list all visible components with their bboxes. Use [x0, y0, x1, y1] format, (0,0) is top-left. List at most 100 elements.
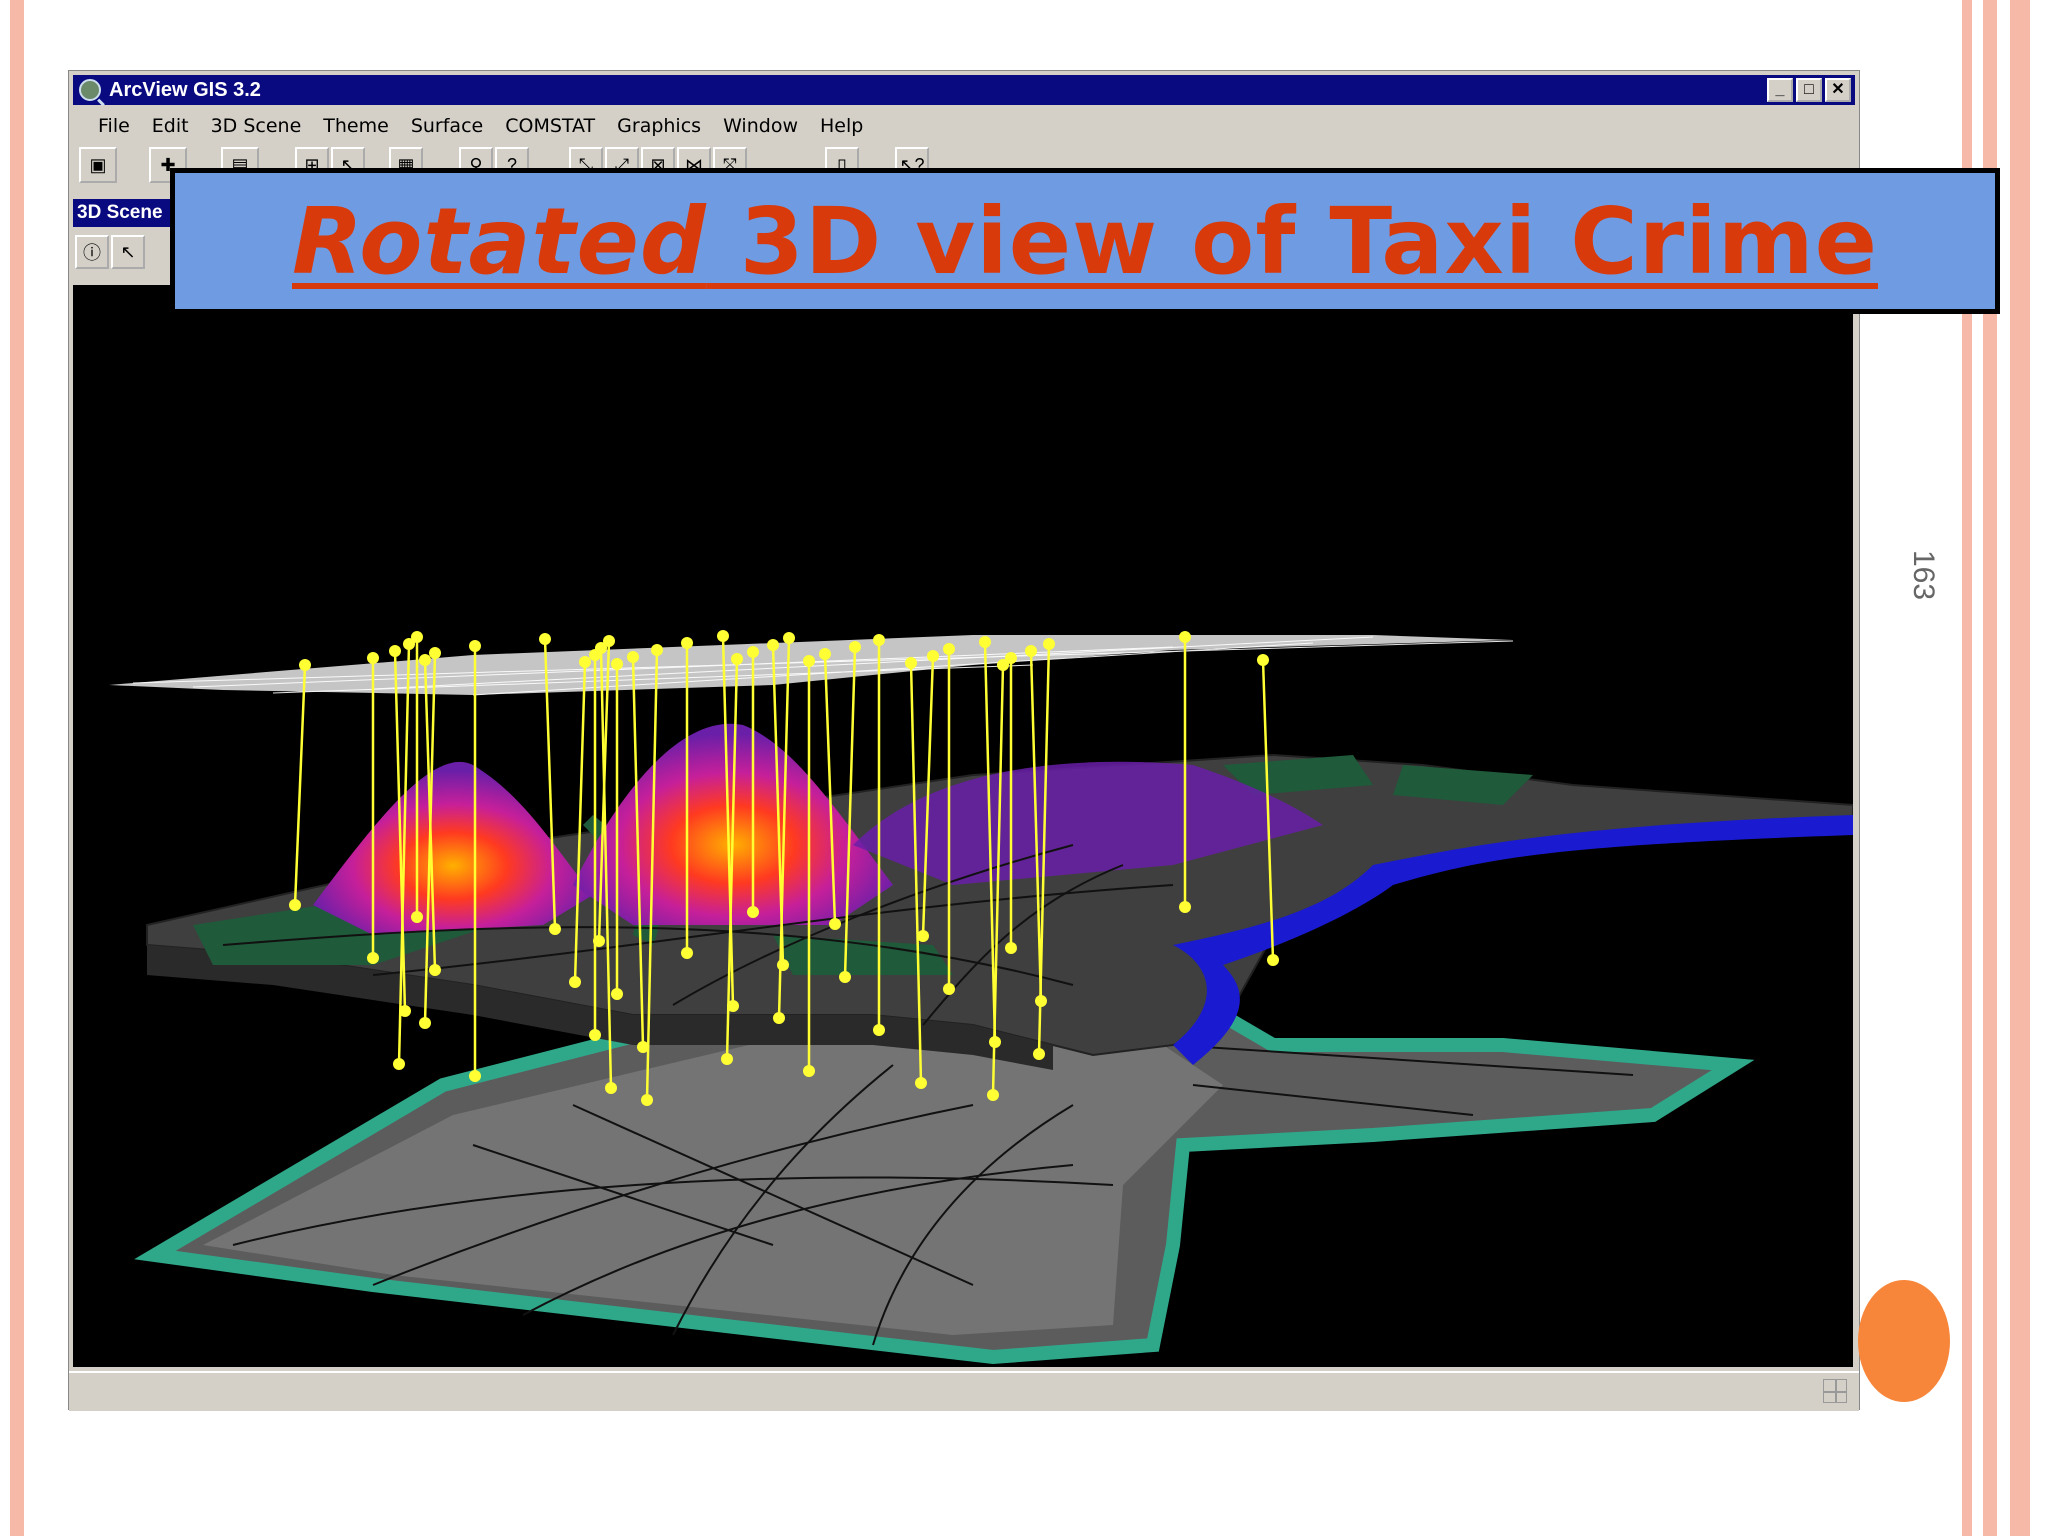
menu-comstat[interactable]: COMSTAT: [494, 115, 606, 137]
crime-point-top: [469, 640, 481, 652]
crime-point-bottom: [917, 930, 929, 942]
crime-point-top: [849, 641, 861, 653]
menu-theme[interactable]: Theme: [312, 115, 400, 137]
crime-point-top: [579, 656, 591, 668]
crime-point-bottom: [839, 971, 851, 983]
save-icon[interactable]: ▣: [79, 147, 117, 183]
crime-point-top: [783, 632, 795, 644]
resize-grip-icon[interactable]: [1823, 1379, 1847, 1403]
crime-point-bottom: [987, 1089, 999, 1101]
page-number: 163: [1907, 549, 1940, 601]
crime-point-top: [299, 659, 311, 671]
crime-point-top: [611, 658, 623, 670]
crime-drop-line: [293, 664, 307, 906]
crime-point-top: [1005, 652, 1017, 664]
menu-window[interactable]: Window: [712, 115, 809, 137]
crime-point-top: [819, 648, 831, 660]
menu-file[interactable]: File: [87, 115, 141, 137]
arcview-globe-icon: [79, 79, 101, 101]
crime-point-bottom: [589, 1029, 601, 1041]
menu-graphics[interactable]: Graphics: [606, 115, 712, 137]
minimize-button[interactable]: _: [1767, 78, 1793, 102]
crime-point-top: [1025, 645, 1037, 657]
crime-point-bottom: [605, 1082, 617, 1094]
crime-point-bottom: [393, 1058, 405, 1070]
crime-point-bottom: [943, 983, 955, 995]
crime-point-top: [627, 651, 639, 663]
crime-point-top: [979, 636, 991, 648]
menu-surface[interactable]: Surface: [400, 115, 494, 137]
crime-point-top: [717, 630, 729, 642]
crime-point-top: [767, 639, 779, 651]
crime-point-bottom: [367, 952, 379, 964]
crime-point-top: [873, 634, 885, 646]
menu-3d-scene[interactable]: 3D Scene: [200, 115, 313, 137]
crime-point-bottom: [411, 911, 423, 923]
crime-point-bottom: [399, 1005, 411, 1017]
crime-point-bottom: [429, 964, 441, 976]
3d-scene-graphic: [109, 630, 1853, 1365]
crime-point-bottom: [829, 918, 841, 930]
crime-point-top: [1043, 638, 1055, 650]
crime-point-top: [1179, 631, 1191, 643]
crime-point-bottom: [1035, 995, 1047, 1007]
crime-point-top: [731, 653, 743, 665]
window-title: ArcView GIS 3.2: [109, 78, 261, 101]
crime-point-bottom: [611, 988, 623, 1000]
slide-title-emphasis: Rotated: [292, 187, 707, 295]
crime-point-top: [943, 643, 955, 655]
crime-point-bottom: [773, 1012, 785, 1024]
3d-scene-view[interactable]: [73, 285, 1853, 1367]
menu-help[interactable]: Help: [809, 115, 874, 137]
crime-point-bottom: [989, 1036, 1001, 1048]
slide-border-right-outer: [2010, 0, 2030, 1536]
window-titlebar[interactable]: ArcView GIS 3.2 _ □ ✕: [73, 75, 1855, 105]
crime-point-bottom: [1033, 1048, 1045, 1060]
crime-point-top: [927, 650, 939, 662]
menu-bar: File Edit 3D Scene Theme Surface COMSTAT…: [87, 111, 874, 141]
crime-point-bottom: [915, 1077, 927, 1089]
crime-point-bottom: [593, 935, 605, 947]
crime-point-bottom: [727, 1000, 739, 1012]
crime-point-top: [1257, 654, 1269, 666]
slide-title-rest: 3D view of Taxi Crime: [706, 187, 1878, 295]
scene-subwindow-title[interactable]: 3D Scene: [73, 199, 183, 227]
crime-point-bottom: [549, 923, 561, 935]
crime-point-bottom: [569, 976, 581, 988]
crime-point-top: [539, 633, 551, 645]
crime-point-top: [419, 654, 431, 666]
info-icon[interactable]: ⓘ: [75, 235, 109, 269]
crime-point-bottom: [641, 1094, 653, 1106]
crime-point-top: [429, 647, 441, 659]
crime-point-top: [603, 635, 615, 647]
close-button[interactable]: ✕: [1825, 78, 1851, 102]
scene-tools: ⓘ ↖: [75, 235, 145, 269]
slide-title: Rotated 3D view of Taxi Crime: [292, 188, 1878, 295]
crime-point-bottom: [469, 1070, 481, 1082]
crime-point-bottom: [1005, 942, 1017, 954]
crime-point-bottom: [289, 899, 301, 911]
crime-point-bottom: [1179, 901, 1191, 913]
maximize-button[interactable]: □: [1796, 78, 1822, 102]
menu-edit[interactable]: Edit: [141, 115, 200, 137]
crime-point-bottom: [873, 1024, 885, 1036]
crime-point-top: [905, 657, 917, 669]
crime-point-bottom: [1267, 954, 1279, 966]
decorative-orange-circle: [1858, 1280, 1950, 1402]
crime-point-bottom: [777, 959, 789, 971]
crime-point-bottom: [747, 906, 759, 918]
status-bar: [69, 1371, 1859, 1411]
crime-point-top: [651, 644, 663, 656]
crime-point-top: [747, 646, 759, 658]
crime-point-top: [411, 631, 423, 643]
crime-point-top: [681, 637, 693, 649]
crime-point-top: [389, 645, 401, 657]
crime-point-bottom: [721, 1053, 733, 1065]
crime-point-bottom: [681, 947, 693, 959]
select-pointer-icon[interactable]: ↖: [111, 235, 145, 269]
crime-point-bottom: [637, 1041, 649, 1053]
crime-point-bottom: [419, 1017, 431, 1029]
window-controls: _ □ ✕: [1767, 78, 1851, 102]
crime-point-bottom: [803, 1065, 815, 1077]
slide-border-left: [10, 0, 24, 1536]
